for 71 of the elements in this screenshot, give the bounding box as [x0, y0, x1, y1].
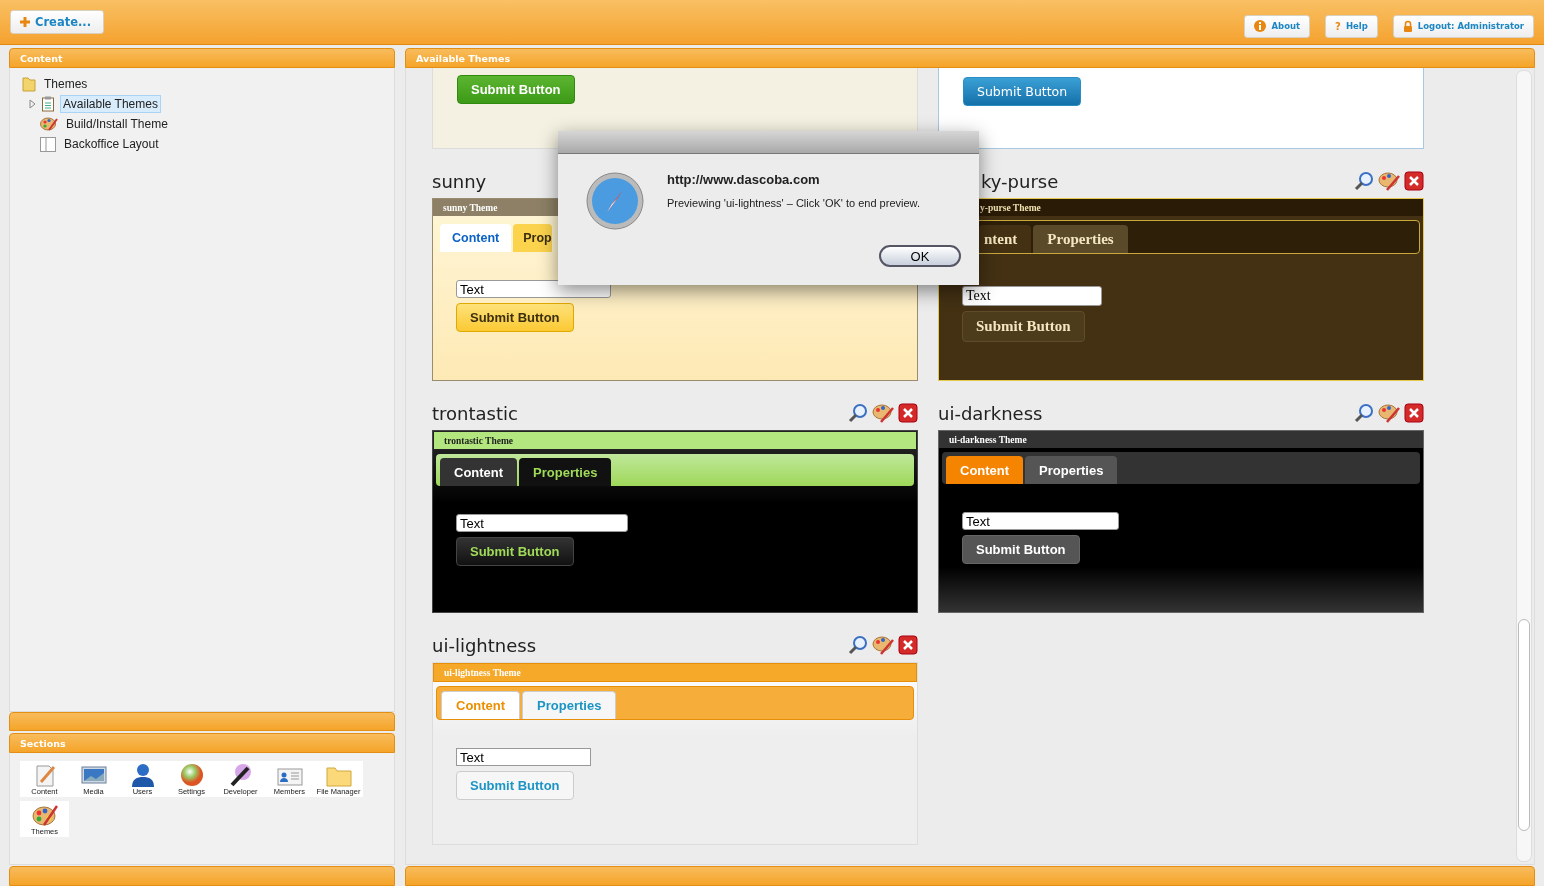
theme-name: ui-lightness — [432, 634, 537, 656]
tree-item[interactable]: Available Themes — [60, 95, 161, 113]
submit-button[interactable]: Submit Button — [962, 535, 1080, 564]
layout-icon — [40, 136, 56, 152]
theme-name: ky-purse — [980, 170, 1059, 192]
dialog-message: Previewing 'ui-lightness' – Click 'OK' to end preview. — [667, 197, 920, 209]
palette-icon — [1378, 171, 1400, 191]
info-icon — [1254, 20, 1267, 32]
tab[interactable]: Properties — [1025, 456, 1118, 484]
palette-icon — [31, 803, 58, 827]
color-sphere-icon — [179, 763, 204, 787]
compass-icon — [585, 170, 645, 230]
panel-header: Available Themes — [405, 48, 1535, 68]
tab[interactable]: Properties — [519, 458, 612, 486]
close-icon — [898, 403, 918, 423]
close-icon — [1404, 403, 1424, 423]
magic-wand-icon — [228, 763, 253, 787]
search-icon — [1354, 403, 1374, 423]
text-field[interactable]: Text — [962, 512, 1119, 530]
dialog-title: http://www.dascoba.com — [667, 172, 821, 187]
search-icon — [848, 403, 868, 423]
tree-item[interactable]: Build/Install Theme — [63, 115, 171, 133]
submit-button[interactable]: Submit Button — [456, 537, 574, 566]
create-button[interactable]: Create... — [10, 10, 105, 34]
text-field[interactable]: Text — [456, 748, 591, 766]
lock-icon — [1402, 20, 1413, 32]
folder-icon — [325, 765, 352, 787]
tab[interactable]: Prop — [513, 224, 552, 252]
theme-header: trontastic Theme — [444, 435, 514, 446]
submit-button[interactable]: Submit Button — [962, 311, 1085, 342]
theme-name: ui-darkness — [938, 402, 1043, 424]
clipboard-icon — [41, 96, 55, 112]
toolbar-button[interactable]: About — [1244, 14, 1311, 38]
monitor-icon — [80, 765, 107, 787]
palette-icon — [40, 116, 58, 132]
tab[interactable]: Content — [440, 224, 512, 252]
expand-arrow-icon[interactable] — [28, 99, 36, 109]
tree-item[interactable]: Backoffice Layout — [61, 135, 162, 153]
scrollbar[interactable] — [1516, 70, 1532, 862]
close-icon — [898, 635, 918, 655]
panel-header: Sections — [9, 733, 395, 753]
search-icon — [848, 635, 868, 655]
scrollbar-thumb[interactable] — [1518, 619, 1530, 831]
submit-button[interactable]: Submit Button — [456, 303, 574, 332]
question-icon: ? — [1335, 20, 1341, 32]
tab[interactable]: ntent — [979, 225, 1032, 253]
plus-icon — [20, 17, 30, 27]
person-icon — [130, 763, 155, 787]
panel-header: Content — [9, 48, 395, 68]
palette-icon — [1378, 403, 1400, 423]
theme-name: trontastic — [432, 402, 518, 424]
ok-button[interactable]: OK — [879, 245, 961, 267]
theme-header: y-purse Theme — [980, 202, 1041, 213]
search-icon — [1354, 171, 1374, 191]
toolbar-button[interactable]: Logout: Administrator — [1392, 14, 1534, 38]
id-card-icon — [276, 767, 303, 787]
close-icon — [1404, 171, 1424, 191]
theme-header: ui-darkness Theme — [949, 434, 1027, 445]
submit-button[interactable]: Submit Button — [963, 77, 1082, 106]
folder-icon — [22, 76, 36, 92]
theme-header: sunny Theme — [443, 202, 498, 213]
text-field[interactable]: Text — [456, 514, 628, 532]
toolbar-button[interactable]: ? Help — [1325, 14, 1378, 38]
tab[interactable]: Properties — [1033, 225, 1128, 253]
palette-icon — [872, 403, 894, 423]
tab[interactable]: Content — [440, 458, 518, 486]
theme-name: sunny — [432, 170, 487, 192]
theme-header: ui-lightness Theme — [444, 667, 521, 678]
text-field[interactable]: Text — [962, 286, 1102, 306]
palette-icon — [872, 635, 894, 655]
tree-item[interactable]: Themes — [41, 75, 91, 93]
